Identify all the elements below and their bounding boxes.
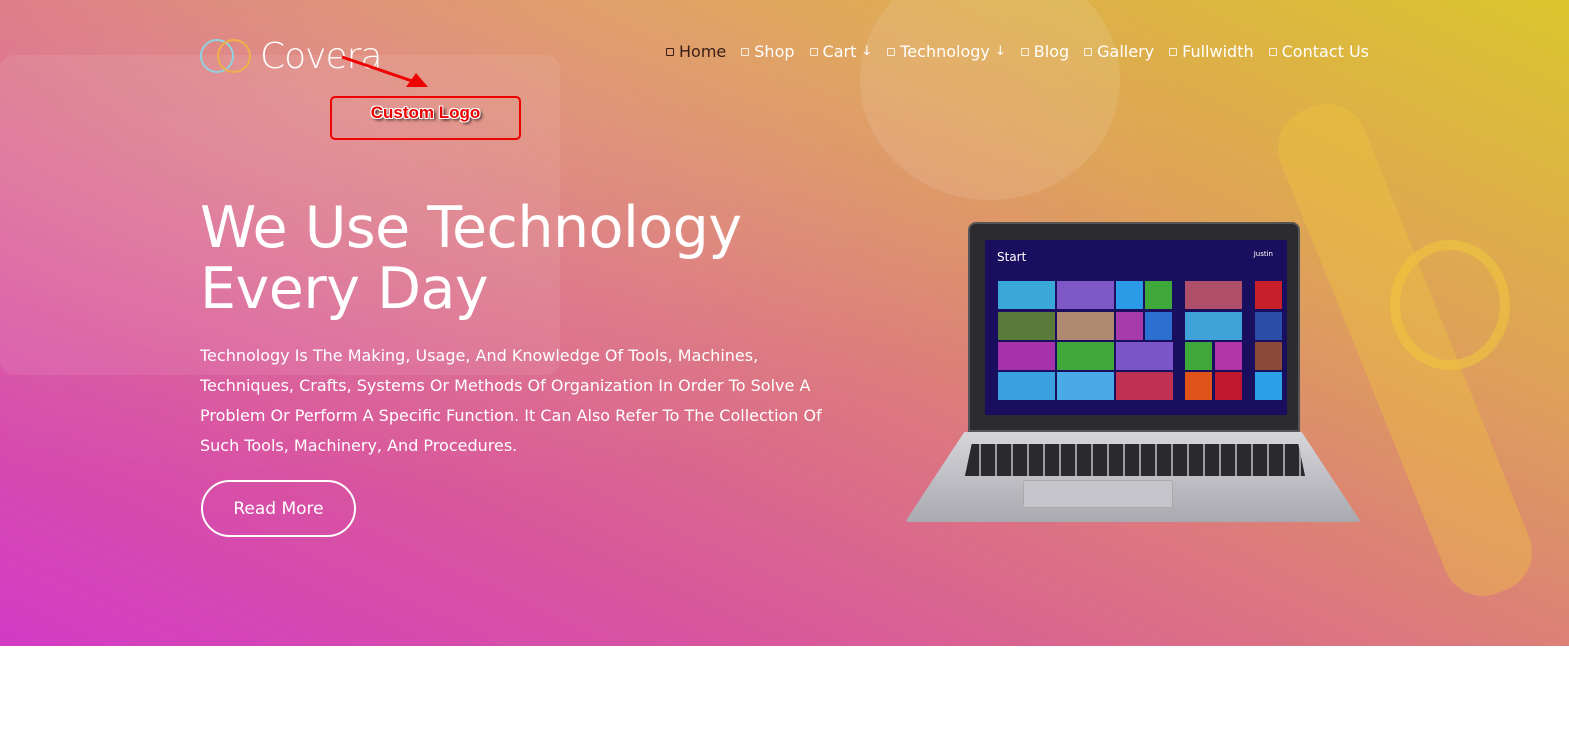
tile: [1255, 312, 1282, 340]
hero-description: Technology Is The Making, Usage, And Kno…: [200, 346, 822, 455]
read-more-button[interactable]: Read More: [201, 480, 356, 537]
hero-banner: Covera Custom Logo Home Shop Cart ↓ Techn…: [0, 0, 1569, 646]
bullet-icon: [741, 47, 750, 56]
nav-item-technology[interactable]: Technology ↓: [887, 42, 1006, 61]
nav-item-home[interactable]: Home: [666, 42, 726, 61]
laptop-screen: Start Justin: [985, 240, 1287, 415]
tile: [1057, 342, 1114, 370]
nav-label: Home: [679, 42, 727, 61]
tile: [1185, 281, 1242, 309]
bullet-icon: [887, 47, 896, 56]
laptop-lid: Start Justin: [968, 222, 1300, 432]
tile: [1215, 342, 1242, 370]
hero-title: We Use Technology Every Day: [200, 198, 742, 320]
laptop-keyboard: [965, 444, 1305, 476]
nav-item-contact-us[interactable]: Contact Us: [1268, 42, 1369, 61]
tile: [1145, 312, 1172, 340]
bullet-icon: [1020, 47, 1029, 56]
laptop-touchpad: [1023, 480, 1173, 508]
tile: [1057, 312, 1114, 340]
bullet-icon: [1084, 47, 1093, 56]
nav-label: Technology: [900, 42, 990, 61]
arrow-down-icon: ↓: [994, 44, 1006, 59]
nav-label: Cart: [822, 42, 857, 61]
tile: [1116, 281, 1143, 309]
tile: [1255, 372, 1282, 400]
tile: [1116, 312, 1143, 340]
nav-item-gallery[interactable]: Gallery: [1084, 42, 1154, 61]
arrow-down-icon: ↓: [861, 44, 873, 59]
nav-item-shop[interactable]: Shop: [741, 42, 795, 61]
tile: [1145, 281, 1172, 309]
tile: [1215, 372, 1242, 400]
watch-background-image: [1390, 240, 1510, 370]
annotation-label: Custom Logo: [370, 103, 481, 122]
tile: [1185, 312, 1242, 340]
nav-label: Shop: [754, 42, 795, 61]
nav-item-blog[interactable]: Blog: [1020, 42, 1070, 61]
nav-label: Contact Us: [1281, 42, 1369, 61]
hero-title-line-1: We Use Technology: [200, 195, 742, 261]
laptop-image: Start Justin: [905, 222, 1361, 522]
tile: [998, 312, 1055, 340]
tile: [1255, 342, 1282, 370]
bullet-icon: [1268, 47, 1277, 56]
nav-label: Gallery: [1097, 42, 1155, 61]
screen-start-label: Start: [997, 250, 1027, 264]
hero-title-line-2: Every Day: [200, 256, 489, 322]
nav-label: Fullwidth: [1182, 42, 1254, 61]
tile: [1116, 372, 1173, 400]
logo-rings-icon: [200, 38, 252, 75]
tile: [1057, 281, 1114, 309]
tile: [1255, 281, 1282, 309]
tile: [998, 372, 1055, 400]
bullet-icon: [809, 47, 818, 56]
tile: [1185, 342, 1212, 370]
bullet-icon: [1169, 47, 1178, 56]
main-nav: Home Shop Cart ↓ Technology ↓ Blog Gallery…: [666, 42, 1369, 61]
tile: [1185, 372, 1212, 400]
tile: [998, 342, 1055, 370]
tile: [1057, 372, 1114, 400]
nav-item-cart[interactable]: Cart ↓: [809, 42, 873, 61]
screen-user-label: Justin: [1253, 250, 1273, 258]
annotation-arrow-icon: [341, 55, 428, 87]
nav-item-fullwidth[interactable]: Fullwidth: [1169, 42, 1254, 61]
bullet-icon: [666, 47, 675, 56]
tile: [1116, 342, 1173, 370]
nav-label: Blog: [1033, 42, 1070, 61]
tile: [998, 281, 1055, 309]
